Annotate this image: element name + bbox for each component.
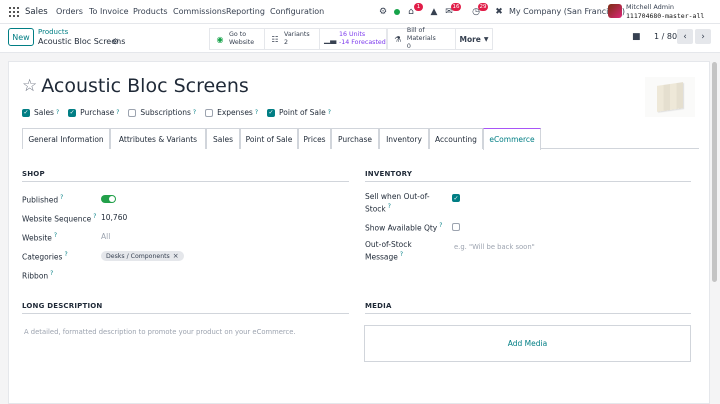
nav-item-to-invoice[interactable]: To Invoice bbox=[89, 7, 129, 16]
flag-purchase[interactable]: ✓ Purchase? bbox=[68, 108, 119, 117]
nav-item-products[interactable]: Products bbox=[133, 7, 168, 16]
out-of-stock-message-field[interactable]: e.g. "Will be back soon" bbox=[454, 243, 535, 251]
new-button[interactable]: New bbox=[8, 28, 34, 46]
title-row: ☆ Acoustic Bloc Screens bbox=[22, 75, 249, 97]
chevron-left-icon: ‹ bbox=[683, 31, 687, 42]
bill-of-materials-button[interactable]: ⚗ Bill of Materials 0 bbox=[387, 27, 456, 50]
variants-button[interactable]: ☷ Variants 2 bbox=[264, 28, 321, 50]
flag-subscriptions[interactable]: Subscriptions? bbox=[128, 108, 196, 117]
website-field[interactable]: All bbox=[101, 232, 110, 241]
section-title-media: MEDIA bbox=[365, 302, 392, 310]
tab-point-of-sale[interactable]: Point of Sale bbox=[240, 128, 298, 149]
breadcrumb-products[interactable]: Products bbox=[38, 28, 68, 36]
out-of-stock-message-label: Out-of-Stock Message? bbox=[365, 240, 412, 262]
section-divider bbox=[365, 181, 691, 182]
messages-badge: 16 bbox=[451, 3, 461, 11]
checkbox-unchecked-icon[interactable] bbox=[205, 108, 214, 117]
alert-icon[interactable]: ▲ bbox=[428, 6, 440, 18]
category-tag[interactable]: Desks / Components × bbox=[101, 251, 184, 261]
product-image[interactable] bbox=[645, 77, 695, 117]
nav-item-commissions[interactable]: Commissions bbox=[173, 7, 226, 16]
user-name[interactable]: Mitchell Admin bbox=[626, 3, 674, 11]
chart-icon: ▁▃ bbox=[324, 34, 337, 44]
published-toggle[interactable] bbox=[101, 195, 116, 203]
flag-point-of-sale[interactable]: ✓ Point of Sale? bbox=[267, 108, 331, 117]
tab-attributes-variants[interactable]: Attributes & Variants bbox=[110, 128, 206, 149]
checkbox-checked-icon[interactable]: ✓ bbox=[267, 108, 276, 117]
section-title-inventory: INVENTORY bbox=[365, 170, 413, 178]
sell-out-of-stock-checkbox[interactable]: ✓ bbox=[452, 194, 460, 202]
star-icon[interactable]: ☆ bbox=[22, 76, 37, 96]
section-divider bbox=[365, 313, 691, 314]
next-record-button[interactable]: › bbox=[695, 29, 711, 44]
tab-sales[interactable]: Sales bbox=[206, 128, 240, 149]
flag-expenses[interactable]: Expenses? bbox=[205, 108, 258, 117]
tab-purchase[interactable]: Purchase bbox=[331, 128, 379, 149]
control-panel: New Products Acoustic Bloc Screens ⚙ ◉ G… bbox=[0, 24, 720, 53]
close-icon[interactable]: × bbox=[173, 252, 179, 260]
categories-label: Categories? bbox=[22, 251, 68, 262]
checkbox-checked-icon[interactable]: ✓ bbox=[22, 108, 30, 117]
website-sequence-label: Website Sequence? bbox=[22, 213, 97, 224]
nav-item-configuration[interactable]: Configuration bbox=[270, 7, 324, 16]
globe-icon: ◉ bbox=[216, 34, 224, 44]
published-label: Published? bbox=[22, 194, 64, 205]
chevron-right-icon: › bbox=[701, 31, 705, 42]
top-navbar: Sales Orders To Invoice Products Commiss… bbox=[0, 0, 720, 24]
debug-icon[interactable]: ⚙ bbox=[377, 6, 389, 18]
activity-icon[interactable]: ⌂ 1 bbox=[405, 3, 423, 18]
tools-icon[interactable]: ✖ bbox=[493, 6, 505, 18]
caret-down-icon: ▼ bbox=[483, 35, 489, 43]
section-title-shop: SHOP bbox=[22, 170, 45, 178]
more-button[interactable]: More ▼ bbox=[455, 28, 493, 50]
scrollbar[interactable] bbox=[712, 62, 717, 282]
nav-brand-sales[interactable]: Sales bbox=[25, 7, 48, 17]
long-description-editor[interactable]: A detailed, formatted description to pro… bbox=[24, 328, 296, 336]
activity-badge: 1 bbox=[414, 3, 423, 11]
database-name: 111704680-master-all bbox=[626, 12, 705, 20]
section-title-long-description: LONG DESCRIPTION bbox=[22, 302, 103, 310]
checkbox-checked-icon[interactable]: ✓ bbox=[68, 108, 77, 117]
clock-icon[interactable]: ◷ 29 bbox=[470, 3, 488, 18]
attachment-icon[interactable]: ■ bbox=[632, 32, 641, 42]
checkbox-unchecked-icon[interactable] bbox=[128, 108, 137, 117]
sitemap-icon: ☷ bbox=[271, 34, 279, 44]
product-flags: ✓ Sales? ✓ Purchase? Subscriptions? Expens… bbox=[22, 108, 340, 117]
clock-badge: 29 bbox=[478, 3, 488, 11]
section-divider bbox=[22, 313, 349, 314]
website-sequence-field[interactable]: 10,760 bbox=[101, 213, 127, 222]
form-tabs: General Information Attributes & Variant… bbox=[22, 128, 699, 150]
tab-inventory[interactable]: Inventory bbox=[379, 128, 429, 149]
status-dot-icon[interactable] bbox=[391, 6, 403, 18]
product-title[interactable]: Acoustic Bloc Screens bbox=[41, 75, 249, 97]
tab-accounting[interactable]: Accounting bbox=[429, 128, 483, 149]
sell-out-of-stock-label: Sell when Out-of- Stock? bbox=[365, 192, 430, 214]
show-available-qty-label: Show Available Qty? bbox=[365, 222, 443, 233]
website-label: Website? bbox=[22, 232, 58, 243]
tab-general-information[interactable]: General Information bbox=[22, 128, 110, 149]
go-to-website-button[interactable]: ◉ Go to Website bbox=[209, 28, 266, 50]
previous-record-button[interactable]: ‹ bbox=[677, 29, 693, 44]
messages-icon[interactable]: ✉ 16 bbox=[443, 3, 461, 18]
flask-icon: ⚗ bbox=[394, 34, 402, 44]
section-divider bbox=[22, 181, 349, 182]
gear-icon[interactable]: ⚙ bbox=[112, 37, 119, 46]
add-media-button[interactable]: Add Media bbox=[364, 325, 691, 362]
app-menu-icon[interactable] bbox=[9, 7, 19, 17]
nav-item-orders[interactable]: Orders bbox=[56, 7, 83, 16]
show-available-qty-checkbox[interactable] bbox=[452, 223, 460, 231]
units-forecast-button[interactable]: ▁▃ 16 Units -14 Forecasted bbox=[319, 28, 387, 50]
pager-value[interactable]: 1 / 80 bbox=[654, 32, 677, 41]
product-image-graphic bbox=[657, 82, 683, 112]
tab-ecommerce[interactable]: eCommerce bbox=[483, 128, 541, 150]
form-sheet: ☆ Acoustic Bloc Screens ✓ Sales? ✓ Purchas… bbox=[8, 61, 710, 404]
flag-sales[interactable]: ✓ Sales? bbox=[22, 108, 59, 117]
ribbon-label: Ribbon? bbox=[22, 270, 54, 281]
avatar[interactable] bbox=[608, 4, 622, 18]
nav-item-reporting[interactable]: Reporting bbox=[226, 7, 265, 16]
tab-prices[interactable]: Prices bbox=[298, 128, 331, 149]
